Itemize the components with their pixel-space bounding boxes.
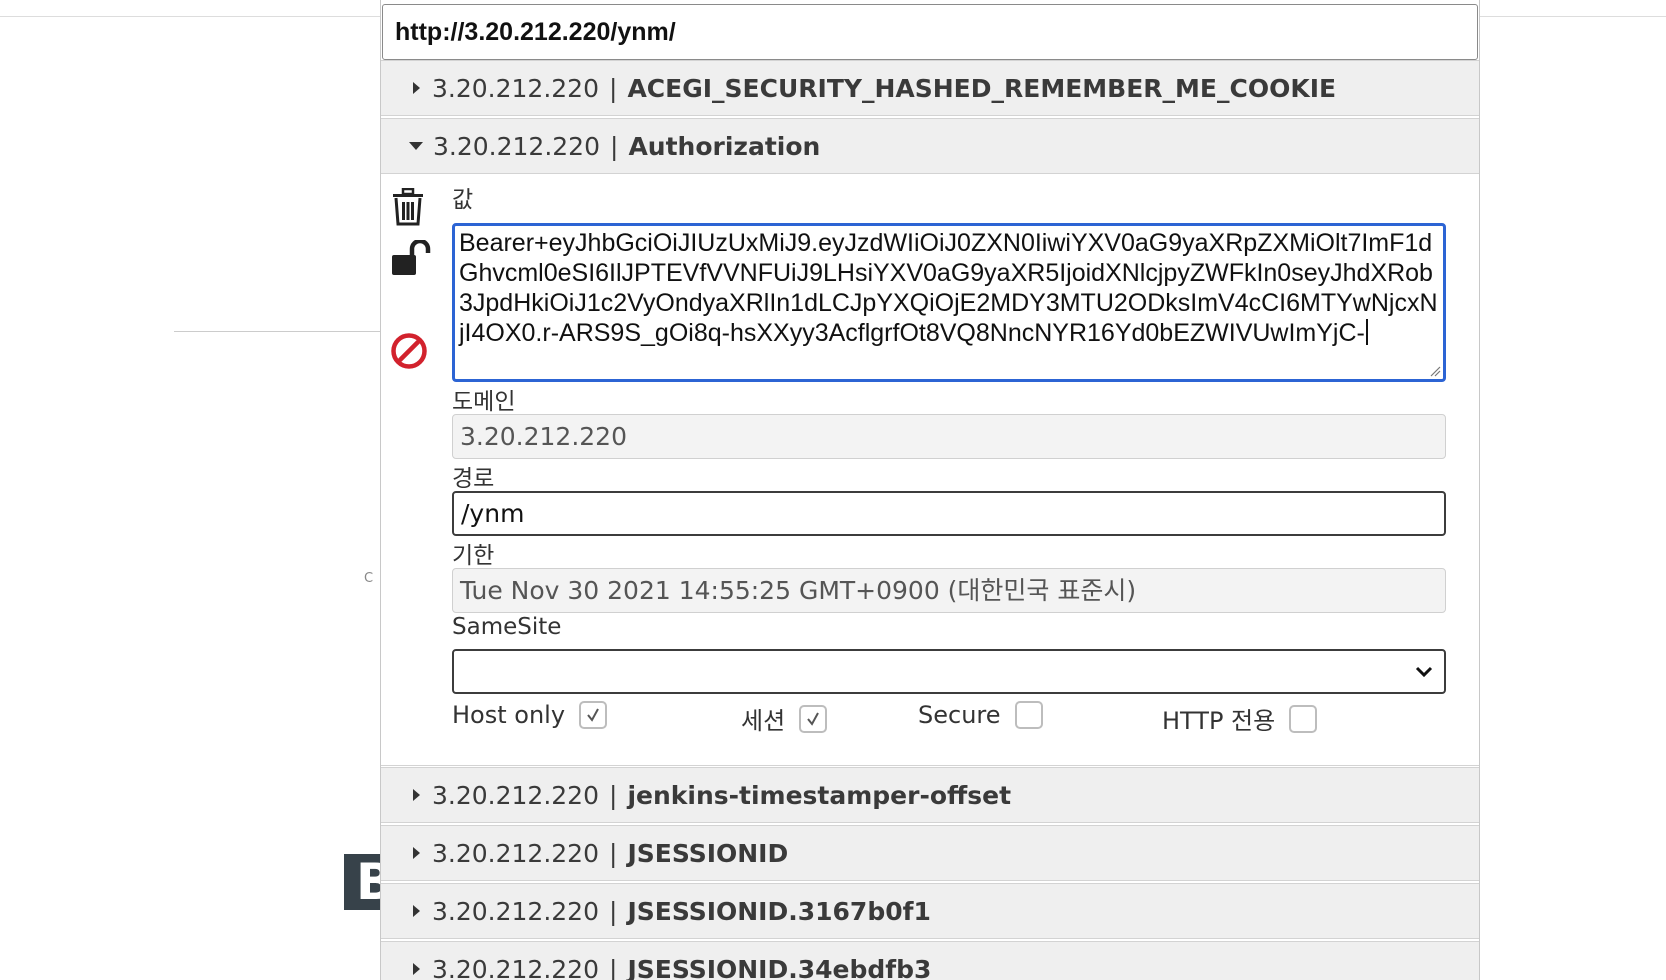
checkmark-icon — [587, 708, 599, 722]
cookie-domain: 3.20.212.220 — [432, 838, 599, 868]
cookie-name: ACEGI_SECURITY_HASHED_REMEMBER_ME_COOKIE — [627, 73, 1337, 103]
url-field[interactable]: http://3.20.212.220/ynm/ — [382, 4, 1478, 60]
trash-icon[interactable] — [391, 187, 425, 230]
value-text: Bearer+eyJhbGciOiJIUzUxMiJ9.eyJzdWIiOiJ0… — [459, 229, 1438, 347]
expand-arrow-icon — [413, 963, 420, 975]
samesite-select[interactable] — [452, 649, 1446, 694]
cookie-name: jenkins-timestamper-offset — [627, 780, 1012, 810]
domain-label: 도메인 — [452, 389, 516, 415]
cookie-row-jsessionid-34ebdfb3[interactable]: 3.20.212.220 | JSESSIONID.34ebdfb3 — [381, 941, 1479, 980]
cookie-row-jsessionid[interactable]: 3.20.212.220 | JSESSIONID — [381, 825, 1479, 881]
secure-label: Secure — [918, 701, 1001, 729]
host-only-checkbox[interactable] — [579, 701, 608, 729]
path-label: 경로 — [452, 466, 495, 492]
cookie-row-authorization[interactable]: 3.20.212.220 | Authorization — [381, 118, 1479, 174]
expand-arrow-icon — [413, 847, 420, 859]
cookie-domain: 3.20.212.220 — [432, 73, 599, 103]
host-only-label: Host only — [452, 701, 566, 729]
domain-field[interactable]: 3.20.212.220 — [452, 414, 1446, 459]
secure-flag: Secure — [918, 701, 1043, 729]
chevron-down-icon — [1415, 666, 1433, 678]
checkmark-icon — [807, 712, 820, 726]
http-only-checkbox[interactable] — [1289, 704, 1318, 733]
separator: | — [610, 131, 619, 161]
samesite-label: SameSite — [452, 614, 562, 640]
separator: | — [609, 896, 618, 926]
value-label: 값 — [452, 187, 474, 213]
cookie-row-jsessionid-3167b0f1[interactable]: 3.20.212.220 | JSESSIONID.3167b0f1 — [381, 883, 1479, 939]
background-rule — [174, 331, 380, 332]
expand-arrow-icon — [413, 905, 420, 917]
resize-grip-icon[interactable] — [1429, 365, 1441, 377]
cookie-row-jenkins-timestamper-offset[interactable]: 3.20.212.220 | jenkins-timestamper-offse… — [381, 767, 1479, 823]
expires-label: 기한 — [452, 543, 495, 569]
expand-arrow-icon — [413, 82, 420, 94]
text-caret — [1365, 319, 1368, 345]
http-only-flag: HTTP 전용 — [1162, 701, 1318, 736]
expand-arrow-icon — [413, 789, 420, 801]
cookie-name: JSESSIONID.34ebdfb3 — [627, 954, 932, 980]
cookie-domain: 3.20.212.220 — [432, 780, 599, 810]
separator: | — [609, 73, 618, 103]
cookie-row-acegi[interactable]: 3.20.212.220 | ACEGI_SECURITY_HASHED_REM… — [381, 60, 1479, 116]
session-flag: 세션 — [741, 701, 828, 736]
background-logo-block: B — [344, 854, 384, 910]
cookie-domain: 3.20.212.220 — [432, 896, 599, 926]
separator: | — [609, 954, 618, 980]
value-textarea[interactable]: Bearer+eyJhbGciOiJIUzUxMiJ9.eyJzdWIiOiJ0… — [452, 223, 1446, 382]
secure-checkbox[interactable] — [1014, 701, 1043, 729]
separator: | — [609, 838, 618, 868]
session-checkbox[interactable] — [799, 704, 828, 733]
cookie-domain: 3.20.212.220 — [432, 954, 599, 980]
cookie-domain: 3.20.212.220 — [433, 131, 600, 161]
session-label: 세션 — [741, 707, 786, 735]
cookie-name: Authorization — [628, 131, 821, 161]
separator: | — [609, 780, 618, 810]
cookie-name: JSESSIONID — [627, 838, 789, 868]
host-only-flag: Host only — [452, 701, 608, 729]
http-only-label: HTTP 전용 — [1162, 707, 1276, 735]
cookie-editor-panel: http://3.20.212.220/ynm/ 3.20.212.220 | … — [380, 0, 1480, 980]
background-text: C — [364, 571, 374, 586]
unlock-icon[interactable] — [391, 238, 431, 280]
expires-field[interactable]: Tue Nov 30 2021 14:55:25 GMT+0900 (대한민국 … — [452, 568, 1446, 613]
cookie-name: JSESSIONID.3167b0f1 — [627, 896, 931, 926]
collapse-arrow-icon — [409, 142, 423, 150]
block-icon[interactable] — [390, 332, 428, 374]
path-field[interactable]: /ynm — [452, 491, 1446, 536]
